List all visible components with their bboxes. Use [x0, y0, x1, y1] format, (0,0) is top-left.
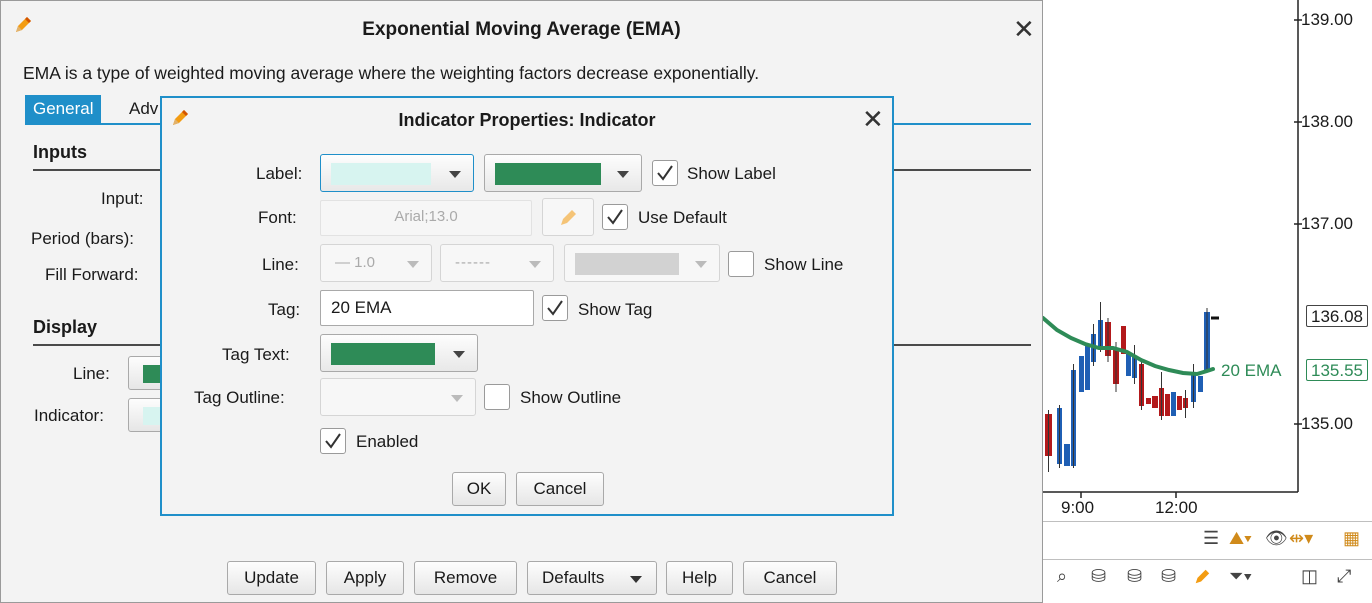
- database-down-icon[interactable]: ⛁: [1127, 566, 1142, 587]
- label-text-color-combo[interactable]: [484, 154, 642, 192]
- remove-button[interactable]: Remove: [414, 561, 517, 595]
- window-icon[interactable]: ◫: [1301, 566, 1318, 587]
- inputs-heading: Inputs: [33, 142, 87, 162]
- chart-toolbar-top: ☰ ⛰▾ 👁 ⇹▾ ▦: [1043, 521, 1372, 555]
- cancel-button[interactable]: Cancel: [743, 561, 837, 595]
- price-chart[interactable]: 139.00 138.00 137.00 135.00 136.08 20 EM…: [1043, 0, 1372, 603]
- x-tick: 12:00: [1155, 498, 1198, 517]
- line-color-swatch: [575, 253, 679, 275]
- line-width-value: — 1.0: [335, 254, 376, 271]
- font-field-label: Font:: [258, 208, 297, 227]
- show-outline-checkbox[interactable]: [484, 384, 510, 410]
- show-outline-text: Show Outline: [520, 388, 622, 407]
- chevron-down-icon: [407, 261, 419, 268]
- ema-tag-label: 20 EMA: [1221, 361, 1282, 380]
- label-text-color-swatch: [495, 163, 601, 185]
- checkmark-icon: [657, 165, 673, 181]
- use-default-text: Use Default: [638, 208, 727, 227]
- chevron-down-icon: [695, 261, 707, 268]
- show-tag-text: Show Tag: [578, 300, 653, 319]
- show-label-checkbox[interactable]: [652, 160, 678, 186]
- checkmark-icon: [607, 209, 623, 225]
- last-price-tag: 136.08: [1306, 305, 1368, 327]
- use-default-checkbox[interactable]: [602, 204, 628, 230]
- indicator-properties-dialog: Indicator Properties: Indicator ✕ Label:…: [160, 96, 894, 516]
- label-field-label: Label:: [256, 164, 303, 183]
- input-label: Input:: [101, 189, 144, 208]
- chart-type-icon[interactable]: ⛰▾: [1229, 528, 1252, 549]
- cancel-button[interactable]: Cancel: [516, 472, 604, 506]
- checkmark-icon: [547, 300, 563, 316]
- defaults-button-label: Defaults: [542, 568, 605, 587]
- label-color-swatch: [331, 163, 431, 185]
- tag-text-color-swatch: [331, 343, 435, 365]
- show-tag-checkbox[interactable]: [542, 295, 568, 321]
- pencil-icon: [561, 210, 576, 225]
- label-color-combo[interactable]: [320, 154, 474, 192]
- checkmark-icon: [325, 433, 341, 449]
- database-add-icon[interactable]: ⛁: [1091, 566, 1106, 587]
- close-icon[interactable]: ✕: [1013, 16, 1035, 42]
- line-width-combo[interactable]: — 1.0: [320, 244, 432, 282]
- show-line-text: Show Line: [764, 255, 844, 274]
- chevron-down-icon: [453, 351, 465, 358]
- display-heading: Display: [33, 317, 98, 337]
- tag-text-color-combo[interactable]: [320, 334, 478, 372]
- chart-toolbar-bottom: ⌕ ⛁ ⛁ ⛁ ⏷▾ ◫ ⤢: [1043, 559, 1372, 593]
- chevron-down-icon: [451, 395, 463, 402]
- pencil-icon[interactable]: [1193, 568, 1211, 586]
- chevron-down-icon: [630, 576, 642, 583]
- eye-icon[interactable]: 👁: [1265, 528, 1288, 549]
- hamburger-icon[interactable]: ☰: [1203, 528, 1219, 549]
- defaults-button[interactable]: Defaults: [527, 561, 657, 595]
- ema-titlebar: Exponential Moving Average (EMA) ✕: [1, 1, 1042, 57]
- expand-icon[interactable]: ⤢: [1337, 566, 1351, 587]
- line-style-dashes: ------: [455, 254, 491, 271]
- chevron-down-icon: [617, 171, 629, 178]
- tag-outline-color-swatch: [331, 387, 435, 409]
- tag-outline-color-combo[interactable]: [320, 378, 476, 416]
- indicator-dialog-title: Indicator Properties: Indicator: [398, 110, 656, 130]
- line-color-combo[interactable]: [564, 244, 720, 282]
- chart-canvas[interactable]: [1043, 0, 1372, 530]
- help-button[interactable]: Help: [666, 561, 733, 595]
- y-tick: 135.00: [1301, 414, 1353, 433]
- tag-outline-field-label: Tag Outline:: [194, 388, 285, 407]
- fit-width-icon[interactable]: ⇹▾: [1289, 528, 1313, 549]
- y-tick: 137.00: [1301, 214, 1353, 233]
- apply-button[interactable]: Apply: [326, 561, 404, 595]
- chevron-down-icon: [529, 261, 541, 268]
- show-line-checkbox[interactable]: [728, 251, 754, 277]
- tag-field-label: Tag:: [268, 300, 301, 319]
- magnify-icon[interactable]: ⌕: [1057, 566, 1067, 587]
- chevron-down-icon: [449, 171, 461, 178]
- enabled-checkbox[interactable]: [320, 428, 346, 454]
- tag-input[interactable]: 20 EMA: [320, 290, 534, 326]
- ema-tag-value: 135.55: [1306, 359, 1368, 381]
- enabled-text: Enabled: [356, 432, 419, 451]
- y-tick: 139.00: [1301, 10, 1353, 29]
- close-icon[interactable]: ✕: [862, 106, 884, 132]
- update-button[interactable]: Update: [227, 561, 316, 595]
- font-edit-button[interactable]: [542, 198, 594, 236]
- filter-icon[interactable]: ⏷▾: [1229, 566, 1252, 587]
- ema-description: EMA is a type of weighted moving average…: [23, 63, 760, 83]
- candles: [1045, 302, 1219, 472]
- y-tick: 138.00: [1301, 112, 1353, 131]
- tab-general[interactable]: General: [25, 95, 102, 124]
- tag-text-field-label: Tag Text:: [222, 345, 290, 364]
- show-label-text: Show Label: [687, 164, 776, 183]
- fill-forward-label: Fill Forward:: [45, 265, 139, 284]
- period-label: Period (bars):: [31, 229, 134, 248]
- line-label: Line:: [73, 364, 110, 383]
- font-field[interactable]: Arial;13.0: [320, 200, 532, 236]
- database-up-icon[interactable]: ⛁: [1161, 566, 1176, 587]
- x-tick: 9:00: [1061, 498, 1095, 517]
- calendar-icon[interactable]: ▦: [1343, 528, 1360, 549]
- ok-button[interactable]: OK: [452, 472, 506, 506]
- line-field-label: Line:: [262, 255, 299, 274]
- indicator-label: Indicator:: [34, 406, 104, 425]
- ema-dialog-title: Exponential Moving Average (EMA): [362, 19, 681, 40]
- line-style-combo[interactable]: ------: [440, 244, 554, 282]
